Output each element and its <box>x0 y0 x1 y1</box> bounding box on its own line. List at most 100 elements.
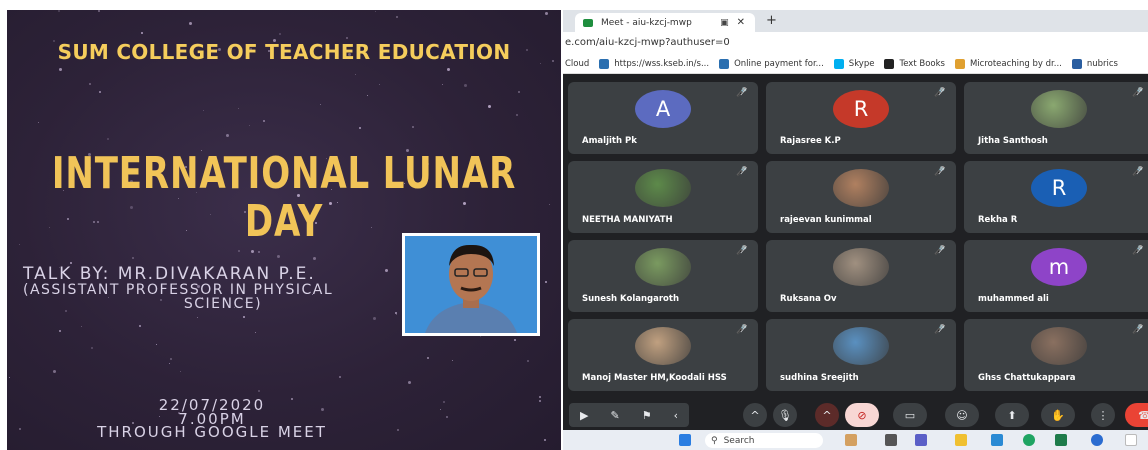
participant-tile[interactable]: 🎤̸ R Rajasree K.P <box>766 82 956 154</box>
present-icon[interactable]: ⬆ <box>995 403 1029 427</box>
star-dot <box>544 438 547 441</box>
participant-tile[interactable]: 🎤̸ Sunesh Kolangaroth <box>568 240 758 312</box>
app-icon-2[interactable] <box>1125 434 1137 446</box>
address-bar[interactable]: e.com/aiu-kzcj-mwp?authuser=0 <box>563 32 1148 54</box>
star-dot <box>38 121 40 123</box>
new-tab-button[interactable]: + <box>766 13 777 28</box>
meet-favicon-icon <box>583 18 593 27</box>
participant-avatar: R <box>1031 169 1087 207</box>
mic-muted-icon: 🎤̸ <box>1132 325 1144 335</box>
star-dot <box>514 338 517 341</box>
star-dot <box>443 400 446 403</box>
more-options-icon[interactable]: ⋮ <box>1091 403 1115 427</box>
star-dot <box>367 94 369 96</box>
bookmark-label: Microteaching by dr... <box>969 58 1062 69</box>
participant-tile[interactable]: 🎤̸ rajeevan kunimmal <box>766 161 956 233</box>
star-dot <box>338 376 341 379</box>
event-platform: THROUGH GOOGLE MEET <box>97 423 327 441</box>
participant-name: Jitha Santhosh <box>978 136 1048 146</box>
bookmark-label: https://wss.kseb.in/s... <box>614 58 710 69</box>
help-icon[interactable] <box>1091 434 1103 446</box>
video-options-button[interactable]: ^ <box>815 403 839 427</box>
participant-tile[interactable]: 🎤̸ sudhina Sreejith <box>766 319 956 391</box>
star-dot <box>58 68 62 72</box>
bookmark-item[interactable]: Text Books <box>884 58 945 69</box>
participant-photo <box>833 248 889 286</box>
participant-name: Manoj Master HM,Koodali HSS <box>582 373 727 383</box>
participant-photo <box>833 327 889 365</box>
star-dot <box>80 325 82 327</box>
star-dot <box>58 10 61 13</box>
browser-icon[interactable] <box>1023 434 1035 446</box>
star-dot <box>59 329 62 332</box>
stamp-icon[interactable]: ⚑ <box>642 409 652 422</box>
star-dot <box>248 125 250 127</box>
participant-tile[interactable]: 🎤̸ A Amaljith Pk <box>568 82 758 154</box>
bookmark-item[interactable]: Online payment for... <box>719 58 824 69</box>
emoji-icon[interactable]: ☺ <box>945 403 979 427</box>
star-dot <box>97 10 100 13</box>
participant-tile[interactable]: 🎤̸ Jitha Santhosh <box>964 82 1148 154</box>
mic-muted-icon: 🎤̸ <box>1132 246 1144 256</box>
file-explorer-icon[interactable] <box>955 434 967 446</box>
star-dot <box>202 110 204 112</box>
star-dot <box>99 91 102 94</box>
star-dot <box>395 314 397 316</box>
participant-photo <box>635 327 691 365</box>
tab-strip: Meet - aiu-kzcj-mwp ▣ ✕ + <box>563 10 1148 32</box>
close-tab-icon[interactable]: ✕ <box>737 17 745 28</box>
taskbar-search[interactable]: ⚲ Search <box>705 433 823 448</box>
star-dot <box>237 249 240 252</box>
payment-icon <box>719 58 730 69</box>
end-call-icon[interactable]: ☎ <box>1125 403 1148 427</box>
captions-icon[interactable]: ▭ <box>893 403 927 427</box>
star-dot <box>155 344 157 346</box>
drawing-toolbar[interactable]: ▶ ✎ ⚑ ‹ <box>569 403 689 427</box>
star-dot <box>451 359 453 361</box>
participant-tile[interactable]: 🎤̸ Manoj Master HM,Koodali HSS <box>568 319 758 391</box>
audio-options-button[interactable]: ^ <box>743 403 767 427</box>
pen-icon[interactable]: ✎ <box>610 409 619 422</box>
participant-name: Amaljith Pk <box>582 136 637 146</box>
camera-off-icon[interactable]: ⊘ <box>845 403 879 427</box>
task-view-icon[interactable] <box>885 434 897 446</box>
star-dot <box>91 346 94 349</box>
participant-tile[interactable]: 🎤̸ Ruksana Ov <box>766 240 956 312</box>
star-dot <box>196 316 198 318</box>
star-dot <box>225 133 229 137</box>
bookmark-label: Cloud <box>565 58 590 69</box>
participant-name: muhammed ali <box>978 294 1049 304</box>
tab-title: Meet - aiu-kzcj-mwp <box>601 17 692 28</box>
star-dot <box>480 335 482 337</box>
star-dot <box>52 370 56 374</box>
bookmark-item[interactable]: Skype <box>833 58 875 69</box>
star-dot <box>139 324 142 327</box>
bookmark-item[interactable]: nubrics <box>1071 58 1118 69</box>
participant-tile[interactable]: 🎤̸ NEETHA MANIYATH <box>568 161 758 233</box>
star-dot <box>320 103 322 105</box>
participant-tile[interactable]: 🎤̸ Ghss Chattukappara <box>964 319 1148 391</box>
bookmark-item[interactable]: https://wss.kseb.in/s... <box>599 58 710 69</box>
star-dot <box>549 204 551 206</box>
collapse-icon[interactable]: ‹ <box>674 409 678 422</box>
star-dot <box>539 399 542 402</box>
star-dot <box>354 73 356 75</box>
raise-hand-icon[interactable]: ✋ <box>1041 403 1075 427</box>
bookmark-item[interactable]: Microteaching by dr... <box>954 58 1062 69</box>
star-dot <box>141 32 144 35</box>
browser-window: Meet - aiu-kzcj-mwp ▣ ✕ + e.com/aiu-kzcj… <box>563 10 1148 450</box>
mic-icon[interactable]: 🎙 <box>773 403 797 427</box>
bookmark-item[interactable]: Cloud <box>565 59 589 69</box>
star-dot <box>426 357 429 360</box>
start-icon[interactable] <box>679 434 691 446</box>
bookmark-label: Skype <box>848 58 875 69</box>
participant-tile[interactable]: 🎤̸ m muhammed ali <box>964 240 1148 312</box>
store-icon[interactable] <box>1055 434 1067 446</box>
star-dot <box>131 256 134 259</box>
tab-meet[interactable]: Meet - aiu-kzcj-mwp ▣ ✕ <box>575 13 755 32</box>
widget-icon[interactable] <box>845 434 857 446</box>
app-icon[interactable] <box>991 434 1003 446</box>
pointer-icon[interactable]: ▶ <box>580 409 588 422</box>
teams-icon[interactable] <box>915 434 927 446</box>
participant-tile[interactable]: 🎤̸ R Rekha R <box>964 161 1148 233</box>
